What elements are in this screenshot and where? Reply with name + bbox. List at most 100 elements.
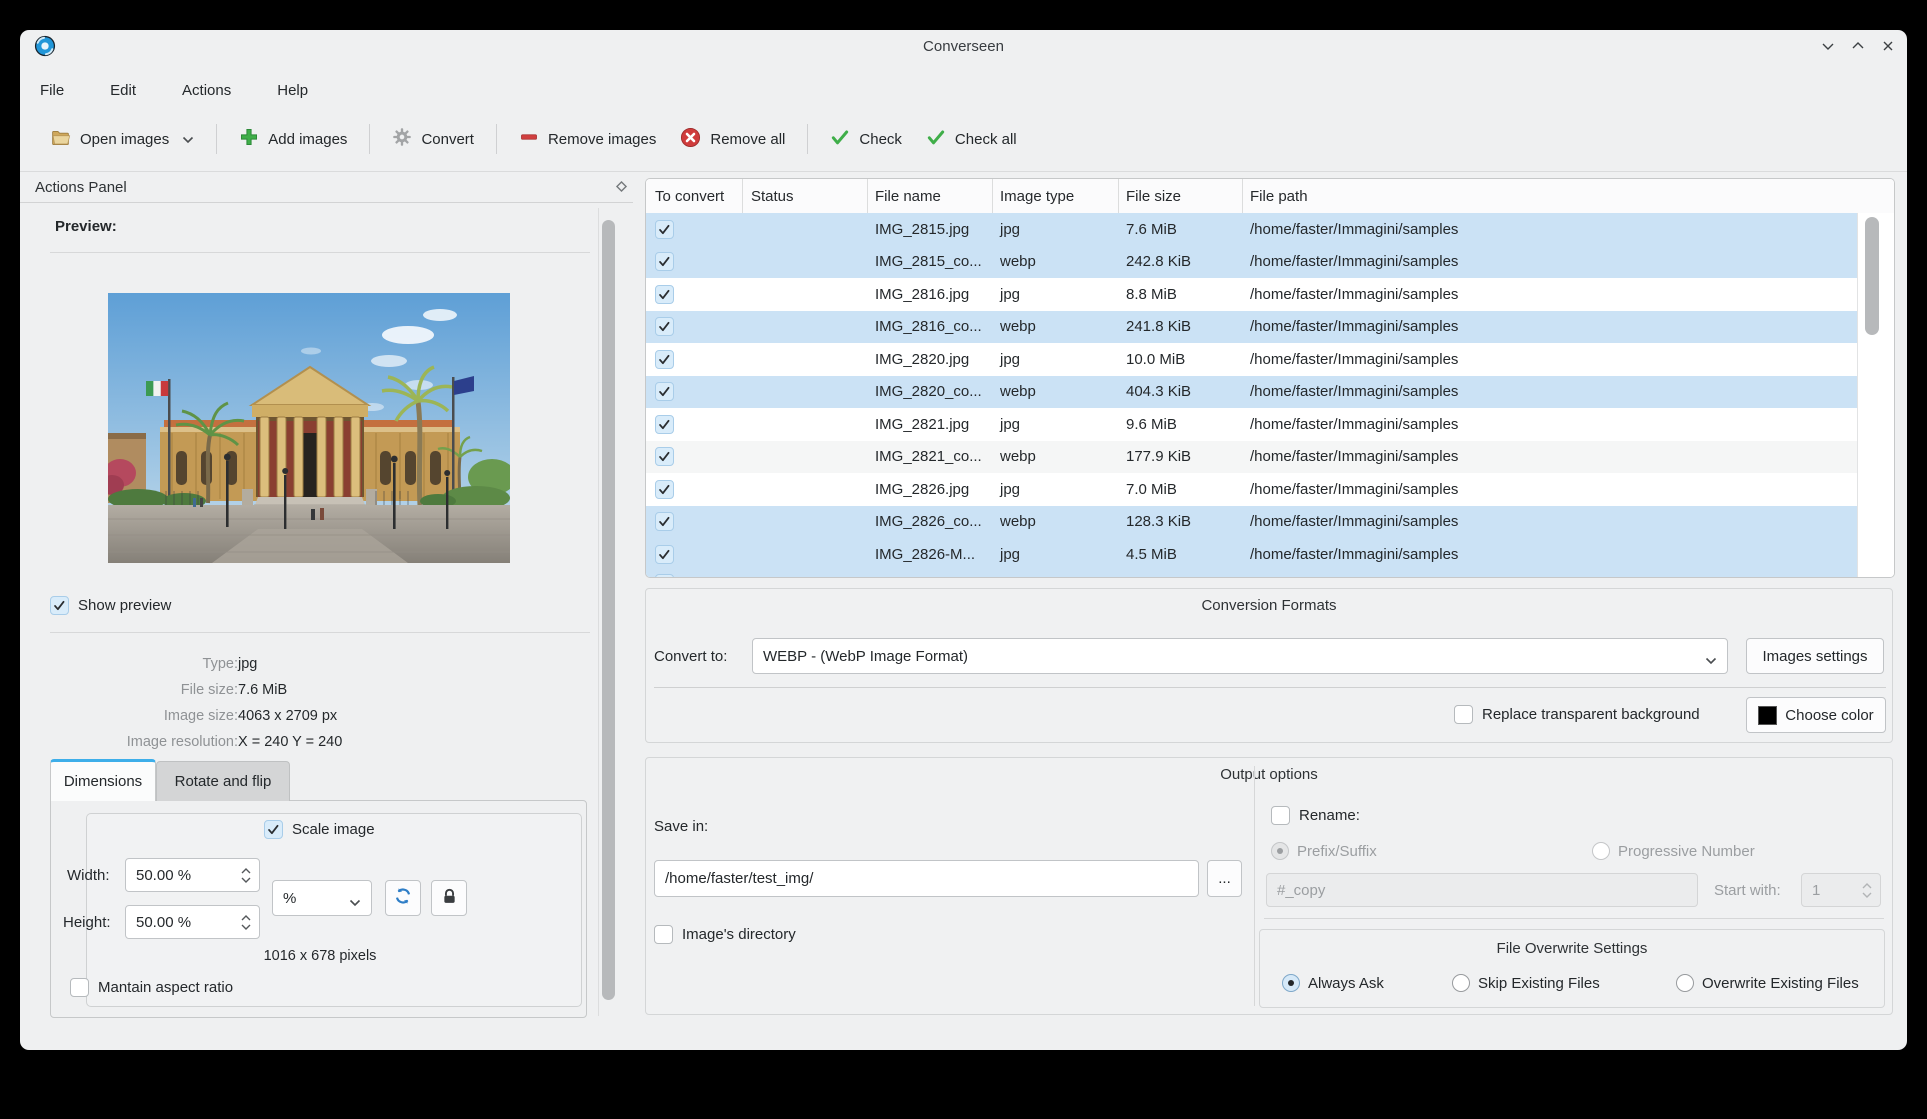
row-checkbox[interactable] xyxy=(655,545,674,564)
table-row[interactable]: IMG_2820_co...webp404.3 KiB/home/faster/… xyxy=(646,376,1857,409)
menu-file[interactable]: File xyxy=(34,80,70,101)
cell-image-type: jpg xyxy=(993,213,1119,246)
table-row[interactable]: IMG_2816.jpgjpg8.8 MiB/home/faster/Immag… xyxy=(646,278,1857,311)
row-checkbox[interactable] xyxy=(655,574,674,578)
tab-dimensions[interactable]: Dimensions xyxy=(50,759,156,801)
save-path-input[interactable]: /home/faster/test_img/ xyxy=(654,860,1199,897)
check-button[interactable]: Check xyxy=(818,119,914,159)
replace-background-checkbox[interactable] xyxy=(1454,705,1473,724)
maximize-icon[interactable] xyxy=(1848,37,1868,55)
row-checkbox[interactable] xyxy=(655,285,674,304)
table-row[interactable]: IMG_2815.jpgjpg7.6 MiB/home/faster/Immag… xyxy=(646,213,1857,246)
toolbar-separator xyxy=(369,124,370,154)
row-checkbox[interactable] xyxy=(655,317,674,336)
header-status[interactable]: Status xyxy=(743,179,868,213)
table-row[interactable]: IMG_2826-M...jpg4.5 MiB/home/faster/Imma… xyxy=(646,538,1857,571)
show-preview-checkbox[interactable] xyxy=(50,596,69,615)
conversion-formats-group: Conversion Formats Convert to: WEBP - (W… xyxy=(645,588,1893,743)
table-row[interactable]: IMG_2826_co...webp128.3 KiB/home/faster/… xyxy=(646,506,1857,539)
close-icon[interactable] xyxy=(1878,37,1898,55)
cell-image-type: webp xyxy=(993,376,1119,409)
table-row[interactable]: IMG_2821_co...webp177.9 KiB/home/faster/… xyxy=(646,441,1857,474)
rename-pattern-value: #_copy xyxy=(1277,882,1325,899)
output-options-title: Output options xyxy=(646,766,1892,783)
browse-button[interactable]: ... xyxy=(1207,860,1242,897)
table-row[interactable]: IMG_2816_co...webp241.8 KiB/home/faster/… xyxy=(646,311,1857,344)
toolbar-divider xyxy=(20,171,1907,172)
menu-help[interactable]: Help xyxy=(271,80,314,101)
convert-button[interactable]: Convert xyxy=(380,119,486,159)
row-checkbox[interactable] xyxy=(655,512,674,531)
row-checkbox[interactable] xyxy=(655,252,674,271)
cell-image-type xyxy=(993,571,1119,578)
open-images-button[interactable]: Open images xyxy=(38,119,206,159)
float-panel-icon[interactable] xyxy=(614,179,629,199)
cell-file-path: /home/faster/Immagini/samples xyxy=(1243,441,1857,474)
cell-file-path: /home/faster/Immagini/samples xyxy=(1243,246,1857,279)
cell-to-convert xyxy=(646,311,743,344)
table-scrollbar[interactable] xyxy=(1865,217,1879,335)
table-row[interactable]: IMG_2826.jpgjpg7.0 MiB/home/faster/Immag… xyxy=(646,473,1857,506)
header-image-type[interactable]: Image type xyxy=(993,179,1119,213)
remove-all-button[interactable]: Remove all xyxy=(668,119,797,159)
menu-edit[interactable]: Edit xyxy=(104,80,142,101)
header-file-path[interactable]: File path xyxy=(1243,179,1894,213)
row-checkbox[interactable] xyxy=(655,415,674,434)
always-ask-radio[interactable] xyxy=(1282,974,1300,992)
cell-to-convert xyxy=(646,506,743,539)
minimize-icon[interactable] xyxy=(1818,37,1838,55)
table-row[interactable]: IMG_2821.jpgjpg9.6 MiB/home/faster/Immag… xyxy=(646,408,1857,441)
cell-to-convert xyxy=(646,278,743,311)
table-row[interactable]: IMG_2815_co...webp242.8 KiB/home/faster/… xyxy=(646,246,1857,279)
rename-pattern-input[interactable]: #_copy xyxy=(1266,873,1698,907)
images-directory-label: Image's directory xyxy=(682,925,796,944)
images-settings-button[interactable]: Images settings xyxy=(1746,638,1884,674)
rename-checkbox[interactable] xyxy=(1271,806,1290,825)
divider xyxy=(1264,918,1884,919)
row-checkbox[interactable] xyxy=(655,350,674,369)
remove-images-button[interactable]: Remove images xyxy=(507,119,668,159)
table-row[interactable]: IMG_2820.jpgjpg10.0 MiB/home/faster/Imma… xyxy=(646,343,1857,376)
cross-circle-icon xyxy=(680,127,701,152)
meta-value-type: jpg xyxy=(238,656,257,672)
meta-label-file-size: File size: xyxy=(50,682,238,698)
meta-label-type: Type: xyxy=(50,656,238,672)
plus-icon xyxy=(239,127,259,151)
add-images-button[interactable]: Add images xyxy=(227,119,359,159)
title-bar[interactable]: Converseen xyxy=(20,30,1907,62)
cell-to-convert xyxy=(646,376,743,409)
file-table: To convert Status File name Image type F… xyxy=(645,178,1895,578)
images-directory-checkbox[interactable] xyxy=(654,925,673,944)
preview-image xyxy=(108,293,510,563)
start-with-spinbox[interactable]: 1 xyxy=(1801,873,1881,907)
row-checkbox[interactable] xyxy=(655,382,674,401)
overwrite-existing-radio[interactable] xyxy=(1676,974,1694,992)
meta-value-image-size: 4063 x 2709 px xyxy=(238,708,337,724)
header-file-name[interactable]: File name xyxy=(868,179,993,213)
skip-existing-radio[interactable] xyxy=(1452,974,1470,992)
header-to-convert[interactable]: To convert xyxy=(646,179,743,213)
cell-image-type: jpg xyxy=(993,473,1119,506)
check-all-button[interactable]: Check all xyxy=(914,119,1029,159)
cell-file-size: 9.6 MiB xyxy=(1119,408,1243,441)
prefix-suffix-radio[interactable] xyxy=(1271,842,1289,860)
menu-actions[interactable]: Actions xyxy=(176,80,237,101)
row-checkbox[interactable] xyxy=(655,447,674,466)
progressive-number-radio[interactable] xyxy=(1592,842,1610,860)
cell-to-convert xyxy=(646,441,743,474)
spinner-arrows-icon[interactable] xyxy=(1862,874,1872,906)
header-file-size[interactable]: File size xyxy=(1119,179,1243,213)
convert-to-label: Convert to: xyxy=(654,638,727,674)
row-checkbox[interactable] xyxy=(655,480,674,499)
row-checkbox[interactable] xyxy=(655,220,674,239)
cell-file-path: /home/faster/Immagini/samples xyxy=(1243,376,1857,409)
tab-rotate-and-flip[interactable]: Rotate and flip xyxy=(156,761,290,801)
cell-file-size: 8.8 MiB xyxy=(1119,278,1243,311)
table-row[interactable] xyxy=(646,571,1857,578)
cell-image-type: webp xyxy=(993,441,1119,474)
panel-scrollbar[interactable] xyxy=(602,220,615,1000)
choose-color-button[interactable]: Choose color xyxy=(1746,697,1886,733)
divider xyxy=(654,687,1886,688)
show-preview-label: Show preview xyxy=(78,596,171,615)
format-combobox[interactable]: WEBP - (WebP Image Format) xyxy=(752,638,1728,674)
